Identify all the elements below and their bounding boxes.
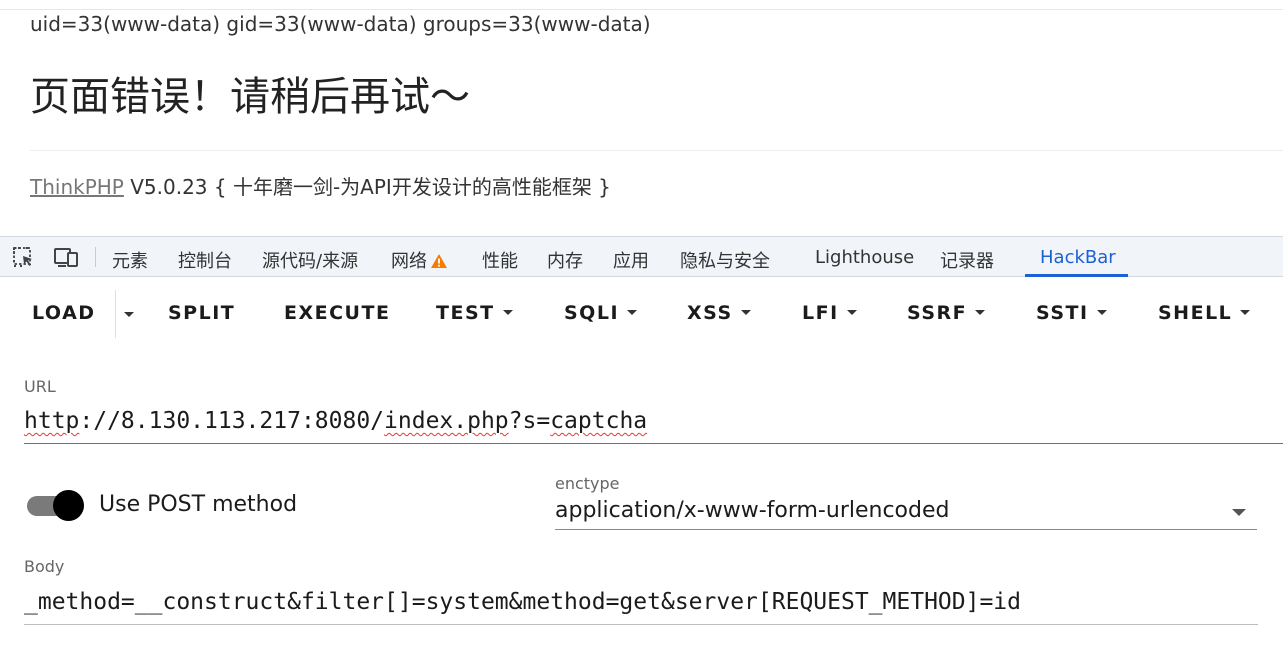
framework-version: V5.0.23 { 十年磨一剑-为API开发设计的高性能框架 }: [123, 175, 611, 199]
lfi-menu-label: LFI: [802, 302, 839, 324]
url-input-underline: [24, 443, 1283, 444]
enctype-select-underline: [555, 529, 1257, 530]
shell-menu-label: SHELL: [1158, 302, 1233, 324]
url-input[interactable]: http://8.130.113.217:8080/index.php?s=ca…: [24, 408, 647, 434]
ssti-menu-label: SSTI: [1036, 302, 1089, 324]
post-method-label: Use POST method: [99, 492, 298, 517]
chevron-down-icon: [502, 310, 513, 315]
sqli-menu-label: SQLI: [564, 302, 620, 324]
tab-application[interactable]: 应用: [613, 247, 649, 273]
body-input[interactable]: _method=__construct&filter[]=system&meth…: [24, 589, 1021, 615]
chevron-down-icon[interactable]: [1232, 509, 1246, 516]
inspect-element-icon[interactable]: [12, 246, 36, 268]
tab-privacy-security[interactable]: 隐私与安全: [680, 247, 770, 273]
tab-hackbar[interactable]: HackBar: [1040, 247, 1116, 268]
ssti-menu-button[interactable]: SSTI: [1036, 302, 1107, 324]
ssrf-menu-button[interactable]: SSRF: [907, 302, 986, 324]
url-label: URL: [24, 377, 56, 396]
chevron-down-icon: [1096, 310, 1107, 315]
thinkphp-link[interactable]: ThinkPHP: [30, 175, 124, 199]
tab-recorder[interactable]: 记录器: [940, 247, 994, 273]
xss-menu-label: XSS: [687, 302, 733, 324]
toolbar-divider: [95, 247, 96, 267]
url-part-scheme: http: [24, 408, 80, 434]
xss-menu-button[interactable]: XSS: [687, 302, 751, 324]
enctype-select[interactable]: application/x-www-form-urlencoded: [555, 498, 949, 523]
url-part-query: ?s=: [508, 408, 551, 434]
split-button[interactable]: SPLIT: [168, 302, 235, 324]
shell-menu-button[interactable]: SHELL: [1158, 302, 1251, 324]
url-part-file: index.php: [384, 408, 509, 434]
error-page: uid=33(www-data) gid=33(www-data) groups…: [0, 0, 1283, 236]
tab-memory[interactable]: 内存: [547, 247, 583, 273]
lfi-menu-button[interactable]: LFI: [802, 302, 857, 324]
test-menu-label: TEST: [436, 302, 495, 324]
execute-button[interactable]: EXECUTE: [284, 302, 390, 324]
devtools-tab-bar: 元素 控制台 源代码/来源 网络 性能 内存 应用 隐私与安全 Lighthou…: [0, 236, 1283, 277]
post-method-toggle-knob[interactable]: [53, 490, 84, 521]
url-part-host: ://8.130.113.217:8080/: [79, 408, 385, 434]
chevron-down-icon: [1240, 310, 1251, 315]
chevron-down-icon: [627, 310, 638, 315]
divider: [30, 150, 1283, 151]
active-tab-indicator: [1025, 274, 1128, 277]
top-border: [0, 9, 1283, 10]
load-button-divider: [115, 290, 116, 338]
url-part-param: captcha: [550, 408, 648, 434]
sqli-menu-button[interactable]: SQLI: [564, 302, 638, 324]
load-button[interactable]: LOAD: [32, 302, 96, 324]
tab-network-label: 网络: [391, 251, 427, 272]
chevron-down-icon: [740, 310, 751, 315]
page-title: 页面错误！请稍后再试～: [30, 74, 470, 120]
warning-icon: [430, 253, 448, 274]
device-toolbar-icon[interactable]: [54, 246, 78, 268]
tab-console[interactable]: 控制台: [178, 247, 232, 273]
framework-footer: ThinkPHP V5.0.23 { 十年磨一剑-为API开发设计的高性能框架 …: [30, 171, 611, 200]
enctype-label: enctype: [555, 474, 620, 493]
tab-lighthouse[interactable]: Lighthouse: [815, 247, 914, 268]
command-output: uid=33(www-data) gid=33(www-data) groups…: [30, 12, 651, 36]
tab-performance[interactable]: 性能: [482, 247, 518, 273]
body-label: Body: [24, 557, 65, 576]
tab-network[interactable]: 网络: [391, 247, 448, 274]
load-dropdown-caret-icon[interactable]: [124, 312, 134, 317]
test-menu-button[interactable]: TEST: [436, 302, 513, 324]
tab-elements[interactable]: 元素: [112, 247, 148, 273]
chevron-down-icon: [975, 310, 986, 315]
chevron-down-icon: [846, 310, 857, 315]
tab-sources[interactable]: 源代码/来源: [262, 247, 358, 273]
ssrf-menu-label: SSRF: [907, 302, 968, 324]
body-input-underline: [24, 624, 1258, 625]
